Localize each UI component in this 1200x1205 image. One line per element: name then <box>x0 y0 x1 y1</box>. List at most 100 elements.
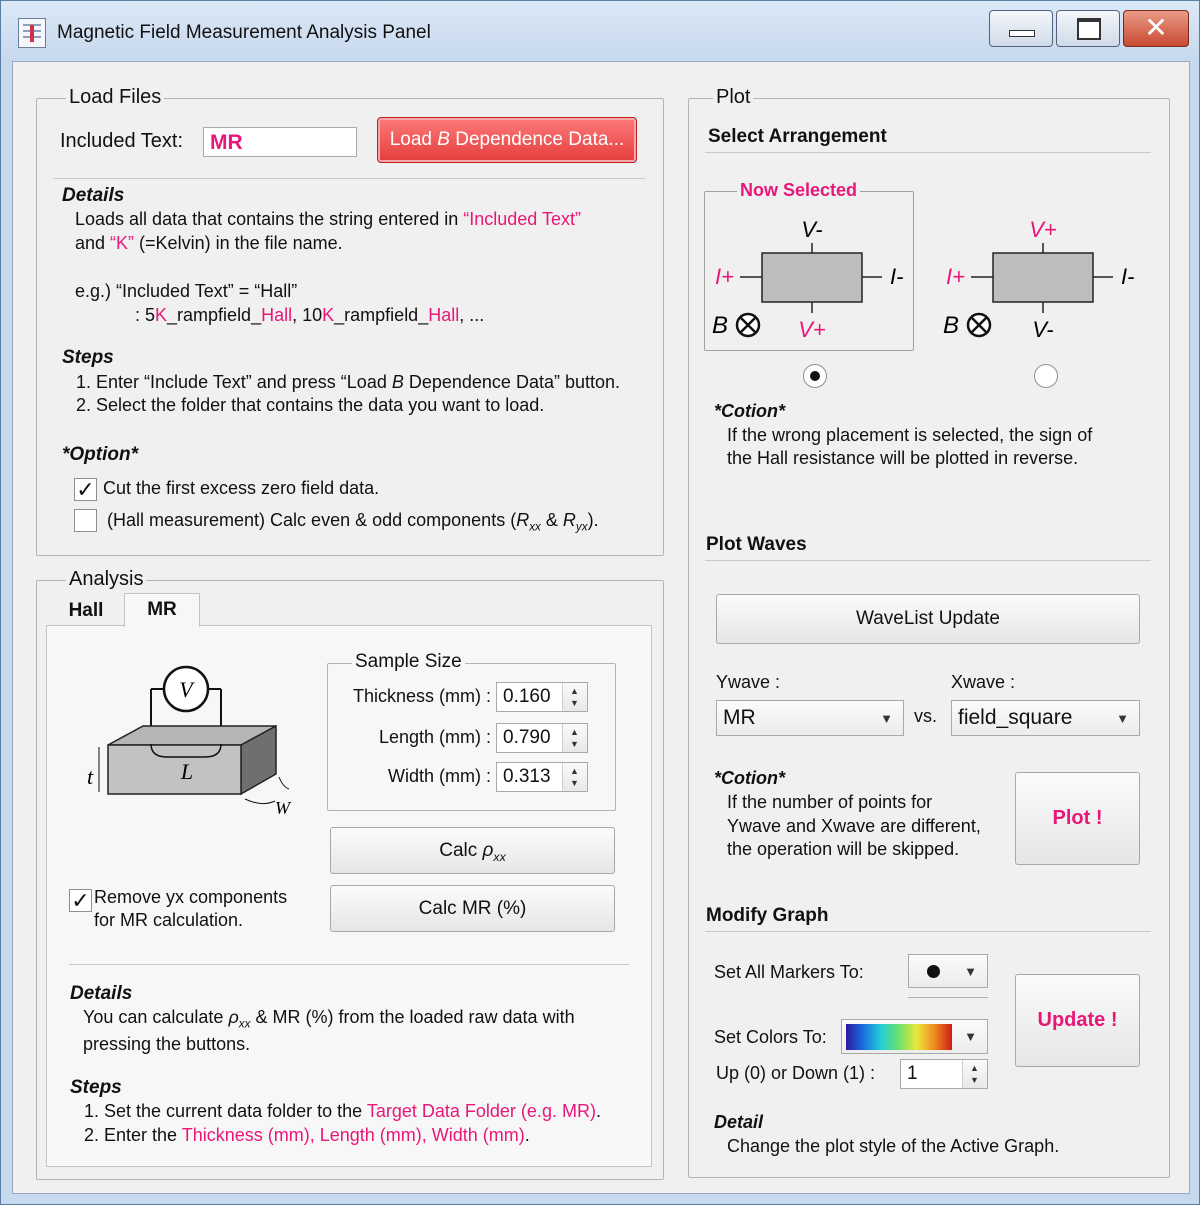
step-1: 1. Enter “Include Text” and press “Load … <box>76 372 620 393</box>
example-file-segment: , 10 <box>292 305 323 325</box>
option-even-odd-text-end: ). <box>587 510 599 530</box>
length-stepper[interactable]: ▲ ▼ <box>562 724 587 752</box>
example-file-segment: K <box>155 305 168 325</box>
example-file-segment: Hall <box>261 305 293 325</box>
select-arrangement-title: Select Arrangement <box>708 126 887 147</box>
modify-graph-title: Modify Graph <box>706 905 829 926</box>
analysis-step-2-text-c: . <box>524 1125 530 1145</box>
load-button-label-b: B <box>437 129 450 150</box>
thickness-stepper[interactable]: ▲ ▼ <box>562 683 587 711</box>
load-button-label-pre: Load <box>389 129 438 150</box>
length-input[interactable]: 0.790 ▲ ▼ <box>496 723 588 753</box>
arrangement-1-diagram: V- V+ I+ I- B <box>712 217 903 342</box>
width-input[interactable]: 0.313 ▲ ▼ <box>496 762 588 792</box>
divider <box>705 560 1151 561</box>
field-into-page-icon <box>735 312 761 338</box>
arr1-bottom-label: V+ <box>798 317 826 342</box>
analysis-step-2: 2. Enter the Thickness (mm), Length (mm)… <box>84 1125 530 1146</box>
plot-legend: Plot <box>713 86 754 109</box>
title-bar[interactable]: Magnetic Field Measurement Analysis Pane… <box>1 1 1199 61</box>
thickness-input[interactable]: 0.160 ▲ ▼ <box>496 682 588 712</box>
included-text-input[interactable]: MR <box>203 127 357 157</box>
vs-label: vs. <box>914 706 938 726</box>
step-2: 2. Select the folder that contains the d… <box>76 395 545 415</box>
option-cut-zero-checkbox[interactable]: ✓ <box>74 478 97 501</box>
length-value: 0.790 <box>503 727 551 748</box>
plot-button[interactable]: Plot ! <box>1015 772 1140 865</box>
details-title: Details <box>62 185 125 206</box>
minimize-button[interactable] <box>989 10 1053 47</box>
example-file-segment: , ... <box>459 305 485 325</box>
caution-line-1: If the wrong placement is selected, the … <box>727 425 1093 445</box>
divider <box>69 964 629 965</box>
details-line1-highlight: “Included Text” <box>463 209 581 229</box>
load-files-group: Load Files Included Text: MR Load B Depe… <box>36 86 664 556</box>
updown-stepper[interactable]: ▲ ▼ <box>962 1060 987 1088</box>
option-cut-zero-label: Cut the first excess zero field data. <box>103 478 380 498</box>
chevron-down-icon: ▼ <box>880 711 893 726</box>
example-line: e.g.) “Included Text” = “Hall” <box>75 281 298 301</box>
load-files-legend: Load Files <box>66 86 165 109</box>
details-line2-highlight: “K” <box>110 233 135 253</box>
tab-hall[interactable]: Hall <box>48 597 124 625</box>
updown-input[interactable]: 1 ▲ ▼ <box>900 1059 988 1089</box>
width-stepper[interactable]: ▲ ▼ <box>562 763 587 791</box>
chevron-down-icon: ▼ <box>964 1029 977 1044</box>
analysis-details-title: Details <box>70 983 133 1004</box>
option-even-odd-label: (Hall measurement) Calc even & odd compo… <box>107 510 599 534</box>
included-text-label: Included Text: <box>60 130 184 152</box>
arr1-left-label: I+ <box>715 264 734 289</box>
included-text-value: MR <box>210 131 243 154</box>
xwave-label: Xwave : <box>951 672 1016 692</box>
panel-body: Load Files Included Text: MR Load B Depe… <box>12 61 1190 1194</box>
width-value: 0.313 <box>503 766 551 787</box>
maximize-button[interactable] <box>1056 10 1120 47</box>
analysis-step-2-text-a: 2. Enter the <box>84 1125 182 1145</box>
steps-title: Steps <box>62 347 114 368</box>
arr2-bottom-label: V- <box>1032 317 1053 342</box>
analysis-details-line2: pressing the buttons. <box>83 1034 251 1054</box>
calc-mr-button[interactable]: Calc MR (%) <box>330 885 615 932</box>
updown-label: Up (0) or Down (1) : <box>716 1063 876 1083</box>
detail-title: Detail <box>714 1112 764 1132</box>
analysis-step-1-highlight: Target Data Folder (e.g. MR) <box>366 1101 596 1121</box>
caution2-line-1: If the number of points for <box>727 792 933 812</box>
arr2-left-label: I+ <box>946 264 965 289</box>
arr1-b-label: B <box>712 312 728 339</box>
caution-line-2: the Hall resistance will be plotted in r… <box>727 448 1079 468</box>
analysis-step-2-highlight: Thickness (mm), Length (mm), Width (mm) <box>181 1125 525 1145</box>
wavelist-update-button[interactable]: WaveList Update <box>716 594 1140 644</box>
xwave-select[interactable]: field_square ▼ <box>951 700 1140 736</box>
app-window: Magnetic Field Measurement Analysis Pane… <box>0 0 1200 1205</box>
ywave-select[interactable]: MR ▼ <box>716 700 904 736</box>
arrangement-1-radio[interactable] <box>803 364 827 388</box>
analysis-step-1: 1. Set the current data folder to the Ta… <box>84 1101 601 1122</box>
ywave-value: MR <box>723 706 756 729</box>
close-button[interactable]: ✕ <box>1123 10 1189 47</box>
details-line1: Loads all data that contains the string … <box>75 209 581 230</box>
calc-rho-button[interactable]: Calc ρxx <box>330 827 615 874</box>
analysis-details-line1: You can calculate ρxx & MR (%) from the … <box>83 1007 575 1031</box>
caution2-line-3: the operation will be skipped. <box>727 839 960 859</box>
update-button[interactable]: Update ! <box>1015 974 1140 1067</box>
load-b-dependence-button[interactable]: Load B Dependence Data... <box>377 117 637 163</box>
step-1-text-a: 1. Enter “Include Text” and press “Load <box>76 372 392 392</box>
caution2-line-2: Ywave and Xwave are different, <box>727 816 981 836</box>
arrangement-2-radio[interactable] <box>1034 364 1058 388</box>
tab-mr[interactable]: MR <box>124 593 200 627</box>
divider <box>53 178 645 179</box>
option-even-odd-checkbox[interactable] <box>74 509 97 532</box>
remove-yx-checkbox[interactable]: ✓ <box>69 889 92 912</box>
arr2-top-label: V+ <box>1029 217 1057 242</box>
detail-text: Change the plot style of the Active Grap… <box>727 1136 1060 1156</box>
maximize-icon <box>1077 18 1101 40</box>
remove-yx-label-1: Remove yx components <box>94 887 288 907</box>
step-1-text-c: Dependence Data” button. <box>403 372 621 392</box>
colors-select[interactable]: ▼ <box>841 1019 988 1054</box>
example-file-segment: Hall <box>428 305 460 325</box>
details-line2: and “K” (=Kelvin) in the file name. <box>75 233 343 254</box>
chevron-down-icon: ▼ <box>964 964 977 979</box>
sample-size-legend: Sample Size <box>352 651 465 673</box>
step-1-b: B <box>391 372 404 392</box>
markers-select[interactable]: ▼ <box>908 954 988 988</box>
